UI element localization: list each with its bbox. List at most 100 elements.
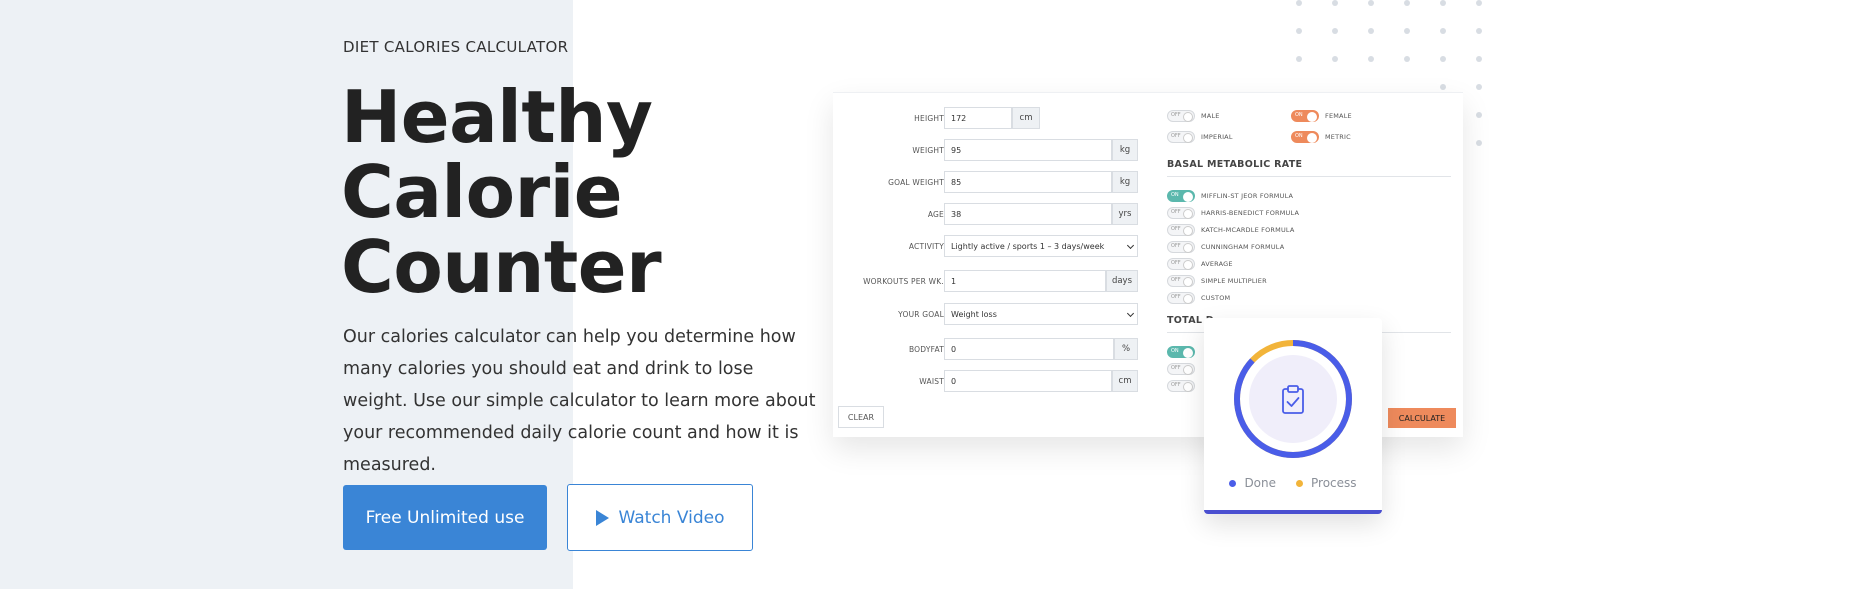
metric-toggle[interactable]: ON (1291, 131, 1319, 143)
dot (1440, 84, 1446, 90)
dot (1476, 84, 1482, 90)
free-unlimited-use-button[interactable]: Free Unlimited use (343, 485, 547, 550)
field-row: ACTIVITY (833, 235, 944, 257)
bmr-toggle[interactable]: OFF (1167, 224, 1195, 236)
weight-input[interactable]: 95 (944, 139, 1112, 161)
field-row: HEIGHT (833, 107, 944, 129)
dot (1332, 0, 1338, 6)
goal-weight-input[interactable]: 85 (944, 171, 1112, 193)
waist-input[interactable]: 0 (944, 370, 1112, 392)
legend-label: Done (1244, 476, 1277, 490)
height-unit: cm (1012, 107, 1040, 129)
goal-select[interactable]: Weight loss (944, 303, 1138, 325)
bodyfat-unit: % (1114, 338, 1138, 360)
progress-ring (1234, 340, 1352, 458)
bmr-toggle[interactable]: ON (1167, 190, 1195, 202)
dot (1440, 0, 1446, 6)
page-title: Healthy Calorie Counter (341, 80, 662, 309)
process-dot-icon (1296, 479, 1304, 487)
imperial-toggle[interactable]: OFF (1167, 131, 1195, 143)
bmr-toggle[interactable]: OFF (1167, 207, 1195, 219)
chevron-down-icon (1126, 241, 1135, 250)
tdee-toggle[interactable]: OFF (1167, 380, 1195, 392)
headline-line: Calorie (341, 150, 623, 234)
activity-select[interactable]: Lightly active / sports 1 – 3 days/week (944, 235, 1138, 257)
watch-video-label: Watch Video (618, 507, 725, 528)
dot (1296, 28, 1302, 34)
bmr-option-label: SIMPLE MULTIPLIER (1201, 277, 1267, 285)
bmr-option-label: MIFFLIN-ST JEOR FORMULA (1201, 192, 1294, 200)
workouts-input[interactable]: 1 (944, 270, 1106, 292)
female-label: FEMALE (1325, 112, 1352, 120)
height-input[interactable]: 172 (944, 107, 1012, 129)
dot (1296, 56, 1302, 62)
male-label: MALE (1201, 112, 1220, 120)
male-toggle[interactable]: OFF (1167, 110, 1195, 122)
field-row: WEIGHT (833, 139, 944, 161)
done-dot-icon (1229, 479, 1237, 487)
dot (1440, 28, 1446, 34)
field-label: BODYFAT (908, 344, 944, 354)
bmr-section-title: BASAL METABOLIC RATE (1167, 159, 1303, 170)
field-label: ACTIVITY (908, 241, 944, 251)
goal-select-value: Weight loss (951, 309, 997, 319)
weight-unit: kg (1112, 139, 1138, 161)
progress-widget: Done Process (1204, 318, 1382, 514)
field-row: AGE (833, 203, 944, 225)
dot (1476, 0, 1482, 6)
legend-item-process: Process (1296, 476, 1357, 490)
field-label: WAIST (919, 376, 944, 386)
bmr-option-label: CUSTOM (1201, 294, 1231, 302)
divider (1167, 176, 1451, 177)
bmr-toggle[interactable]: OFF (1167, 241, 1195, 253)
play-icon (595, 509, 609, 526)
bmr-option-label: KATCH-MCARDLE FORMULA (1201, 226, 1295, 234)
field-row: WORKOUTS PER WK. (833, 270, 944, 292)
metric-label: METRIC (1325, 133, 1351, 141)
dot (1404, 0, 1410, 6)
dot (1440, 56, 1446, 62)
field-label: YOUR GOAL (898, 309, 944, 319)
field-label: WORKOUTS PER WK. (863, 276, 944, 286)
age-unit: yrs (1112, 203, 1138, 225)
tdee-toggle[interactable]: OFF (1167, 363, 1195, 375)
activity-select-value: Lightly active / sports 1 – 3 days/week (951, 241, 1105, 251)
bmr-toggle[interactable]: OFF (1167, 292, 1195, 304)
clear-button[interactable]: CLEAR (838, 406, 884, 428)
chevron-down-icon (1126, 309, 1135, 318)
watch-video-button[interactable]: Watch Video (567, 484, 753, 551)
bmr-option-label: HARRIS-BENEDICT FORMULA (1201, 209, 1300, 217)
dot (1476, 112, 1482, 118)
dot (1368, 56, 1374, 62)
dot (1296, 0, 1302, 6)
age-input[interactable]: 38 (944, 203, 1112, 225)
field-label: HEIGHT (914, 113, 944, 123)
calculate-button[interactable]: CALCULATE (1388, 408, 1456, 428)
field-row: WAIST (833, 370, 944, 392)
imperial-label: IMPERIAL (1201, 133, 1233, 141)
bmr-toggle[interactable]: OFF (1167, 258, 1195, 270)
workouts-unit: days (1106, 270, 1138, 292)
bmr-option-label: CUNNINGHAM FORMULA (1201, 243, 1285, 251)
female-toggle[interactable]: ON (1291, 110, 1319, 122)
headline-line: Counter (341, 225, 662, 309)
bmr-toggle[interactable]: OFF (1167, 275, 1195, 287)
field-row: YOUR GOAL (833, 303, 944, 325)
dot (1404, 28, 1410, 34)
tdee-toggle[interactable]: ON (1167, 346, 1195, 358)
dot (1476, 28, 1482, 34)
dot (1476, 140, 1482, 146)
dot (1404, 56, 1410, 62)
field-row: GOAL WEIGHT (833, 171, 944, 193)
ring-inner-fill (1249, 355, 1337, 443)
goal-weight-unit: kg (1112, 171, 1138, 193)
legend-item-done: Done (1229, 476, 1276, 490)
hero-description: Our calories calculator can help you det… (343, 327, 816, 475)
bodyfat-input[interactable]: 0 (944, 338, 1114, 360)
dot (1368, 28, 1374, 34)
legend-label: Process (1311, 476, 1357, 490)
eyebrow-label: DIET CALORIES CALCULATOR (343, 38, 569, 56)
progress-legend: Done Process (1204, 476, 1382, 490)
field-label: AGE (927, 209, 944, 219)
dot (1368, 0, 1374, 6)
